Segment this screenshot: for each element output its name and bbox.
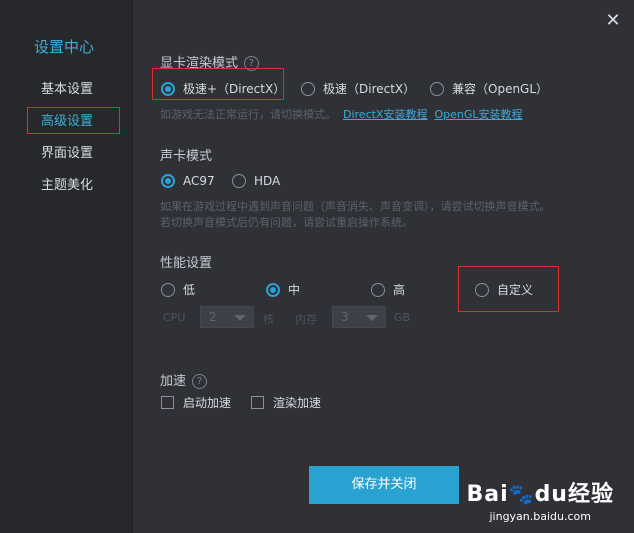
radio-unchecked-icon <box>430 81 444 96</box>
sidebar: 设置中心 基本设置 高级设置 界面设置 主题美化 <box>8 0 133 533</box>
radio-label: AC97 <box>183 174 215 188</box>
checkbox-startup-accel[interactable]: 启动加速 <box>161 394 231 411</box>
checkbox-render-accel[interactable]: 渲染加速 <box>251 394 321 411</box>
radio-checked-icon <box>266 282 280 297</box>
radio-checked-icon <box>161 174 175 188</box>
window-edge <box>0 0 8 533</box>
radio-unchecked-icon <box>161 282 175 297</box>
radio-render-compat[interactable]: 兼容（OpenGL） <box>430 80 548 97</box>
radio-unchecked-icon <box>475 282 489 297</box>
accel-section-title: 加速? <box>160 370 208 389</box>
radio-render-extreme-plus[interactable]: 极速+（DirectX） <box>161 80 285 97</box>
chevron-down-icon <box>366 315 378 321</box>
cpu-cores-value: 2 <box>209 310 217 324</box>
radio-label: 极速（DirectX） <box>323 82 416 96</box>
cpu-unit: 核 <box>263 313 274 326</box>
radio-perf-medium[interactable]: 中 <box>266 281 300 298</box>
memory-value: 3 <box>341 310 349 324</box>
close-icon: ✕ <box>605 10 621 31</box>
radio-label: 自定义 <box>497 283 534 297</box>
radio-sound-ac97[interactable]: AC97 <box>161 174 215 188</box>
logo-text-du: du <box>534 482 568 507</box>
radio-label: HDA <box>254 174 281 188</box>
radio-sound-hda[interactable]: HDA <box>232 174 280 188</box>
accel-title-text: 加速 <box>160 374 187 389</box>
sound-hint-line1: 如果在游戏过程中遇到声音问题（声音消失、声音变调），请尝试切换声音模式。 <box>160 200 551 213</box>
sidebar-item-theme[interactable]: 主题美化 <box>41 174 93 193</box>
graphics-hint-text: 如游戏无法正常运行，请切换模式。 <box>160 108 336 121</box>
logo-text-bai: Bai <box>466 482 509 507</box>
performance-section-title: 性能设置 <box>160 256 213 271</box>
sidebar-title: 设置中心 <box>34 38 95 56</box>
checkbox-label: 启动加速 <box>183 396 232 410</box>
radio-render-extreme[interactable]: 极速（DirectX） <box>301 80 415 97</box>
radio-label: 高 <box>393 283 406 297</box>
checkbox-icon <box>251 396 264 409</box>
radio-unchecked-icon <box>301 81 315 96</box>
radio-checked-icon <box>161 81 175 96</box>
radio-unchecked-icon <box>371 282 385 297</box>
sidebar-item-basic[interactable]: 基本设置 <box>41 78 93 97</box>
checkbox-icon <box>161 396 174 409</box>
radio-perf-high[interactable]: 高 <box>371 281 405 298</box>
chevron-down-icon <box>234 315 246 321</box>
memory-select: 3 <box>332 306 386 328</box>
radio-label: 低 <box>183 283 196 297</box>
radio-label: 兼容（OpenGL） <box>452 82 549 96</box>
baidu-logo: Bai🐾du经验 <box>467 476 615 508</box>
help-icon[interactable]: ? <box>244 56 260 71</box>
directx-tutorial-link[interactable]: DirectX安装教程 <box>343 108 427 121</box>
paw-icon: 🐾 <box>508 482 535 506</box>
radio-perf-custom[interactable]: 自定义 <box>475 281 533 298</box>
graphics-hint: 如游戏无法正常运行，请切换模式。 DirectX安装教程 OpenGL安装教程 <box>160 107 523 123</box>
sound-section-title: 声卡模式 <box>160 149 213 164</box>
graphics-title-text: 显卡渲染模式 <box>160 56 239 71</box>
radio-label: 中 <box>288 283 301 297</box>
radio-label: 极速+（DirectX） <box>183 82 286 96</box>
baidu-watermark: Bai🐾du经验 jingyan.baidu.com <box>467 476 615 523</box>
radio-unchecked-icon <box>232 174 246 188</box>
opengl-tutorial-link[interactable]: OpenGL安装教程 <box>434 108 522 121</box>
memory-label: 内存 <box>295 313 317 326</box>
cpu-cores-select: 2 <box>200 306 254 328</box>
save-and-close-button[interactable]: 保存并关闭 <box>309 466 459 504</box>
memory-unit: GB <box>394 311 411 324</box>
radio-perf-low[interactable]: 低 <box>161 281 195 298</box>
checkbox-label: 渲染加速 <box>273 396 322 410</box>
logo-text-jingyan: 经验 <box>567 482 614 507</box>
sound-hint-line2: 若切换声音模式后仍有问题，请尝试重启操作系统。 <box>160 216 413 229</box>
close-button[interactable]: ✕ <box>602 10 624 32</box>
help-icon[interactable]: ? <box>192 374 208 389</box>
sidebar-item-interface[interactable]: 界面设置 <box>41 142 93 161</box>
watermark-url: jingyan.baidu.com <box>489 510 591 523</box>
graphics-section-title: 显卡渲染模式? <box>160 52 260 71</box>
settings-panel: ✕ 显卡渲染模式? 极速+（DirectX） 极速（DirectX） 兼容（Op… <box>133 0 634 533</box>
cpu-label: CPU <box>163 311 186 324</box>
sidebar-item-advanced[interactable]: 高级设置 <box>41 110 93 129</box>
